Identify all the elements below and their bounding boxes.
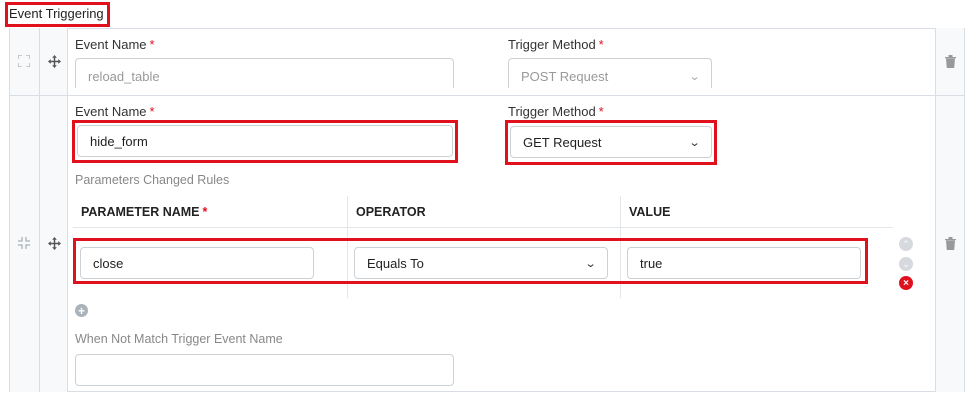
row-2-event-name-label: Event Name * — [75, 104, 155, 119]
add-circle-icon[interactable]: + — [75, 304, 88, 317]
not-match-label: When Not Match Trigger Event Name — [75, 332, 283, 346]
row-2-trigger-method-label: Trigger Method * — [508, 104, 604, 119]
operator-header: OPERATOR — [347, 196, 620, 228]
remove-circle-icon[interactable]: × — [899, 276, 913, 290]
param-name-input[interactable]: close — [80, 247, 314, 279]
param-value-input[interactable]: true — [627, 247, 861, 279]
row-2-trigger-method-select[interactable]: GET Request ⌄ — [510, 126, 712, 158]
section-title: Event Triggering — [9, 6, 104, 21]
chevron-down-icon: ⌄ — [584, 257, 597, 270]
row-1-trigger-method-label: Trigger Method * — [508, 37, 604, 52]
move-icon[interactable] — [46, 235, 62, 251]
params-section-title: Parameters Changed Rules — [75, 173, 230, 187]
row-1-trigger-method-select[interactable]: POST Request ⌄ — [508, 58, 712, 88]
row-2-event-name-input[interactable]: hide_form — [77, 125, 453, 157]
param-name-header: PARAMETER NAME * — [73, 196, 347, 228]
move-icon[interactable] — [46, 53, 62, 69]
up-circle-icon[interactable]: ⌃ — [899, 237, 913, 251]
trash-icon[interactable] — [942, 235, 958, 251]
down-circle-icon[interactable]: ⌄ — [899, 257, 913, 271]
row-divider — [9, 95, 965, 96]
row-1-event-name-label: Event Name * — [75, 37, 155, 52]
value-header: VALUE — [620, 196, 893, 228]
chevron-down-icon: ⌄ — [688, 136, 701, 149]
row-1-event-name-input[interactable]: reload_table — [75, 58, 454, 88]
param-operator-select[interactable]: Equals To ⌄ — [354, 247, 608, 279]
trash-icon[interactable] — [942, 53, 958, 69]
collapse-icon[interactable] — [16, 235, 32, 251]
chevron-down-icon: ⌄ — [688, 71, 701, 83]
expand-icon[interactable] — [16, 53, 32, 69]
not-match-input[interactable] — [75, 354, 454, 386]
